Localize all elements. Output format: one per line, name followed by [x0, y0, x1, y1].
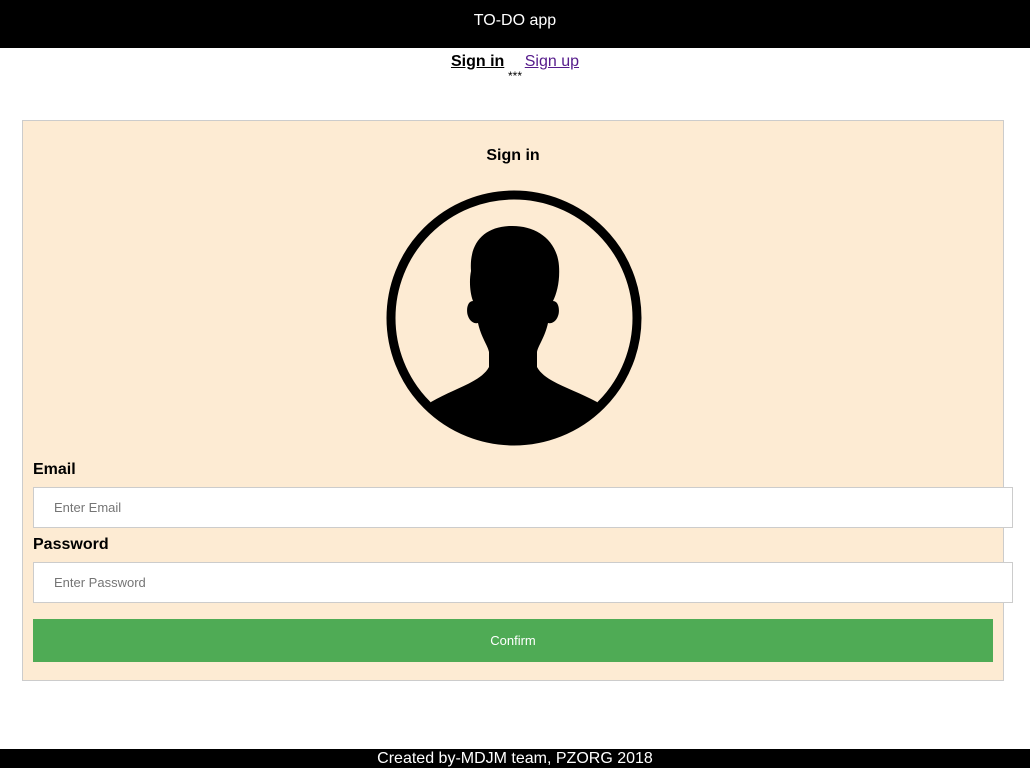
sign-in-card: Sign in Email Password Confirm: [22, 120, 1013, 681]
nav-separator: ***: [507, 69, 522, 83]
app-title: TO-DO app: [473, 12, 557, 29]
password-field[interactable]: [33, 562, 1013, 603]
confirm-button[interactable]: Confirm: [33, 619, 993, 662]
email-label: Email: [33, 461, 76, 478]
sign-up-link[interactable]: Sign up: [525, 53, 579, 70]
email-field[interactable]: [33, 487, 1013, 528]
footer: Created by-MDJM team, PZORG 2018: [0, 749, 1030, 768]
sign-in-link[interactable]: Sign in: [451, 53, 504, 70]
password-label: Password: [33, 536, 109, 553]
user-silhouette-icon: [386, 190, 642, 446]
form-title: Sign in: [486, 147, 540, 164]
app-header: TO-DO app: [0, 0, 1030, 48]
